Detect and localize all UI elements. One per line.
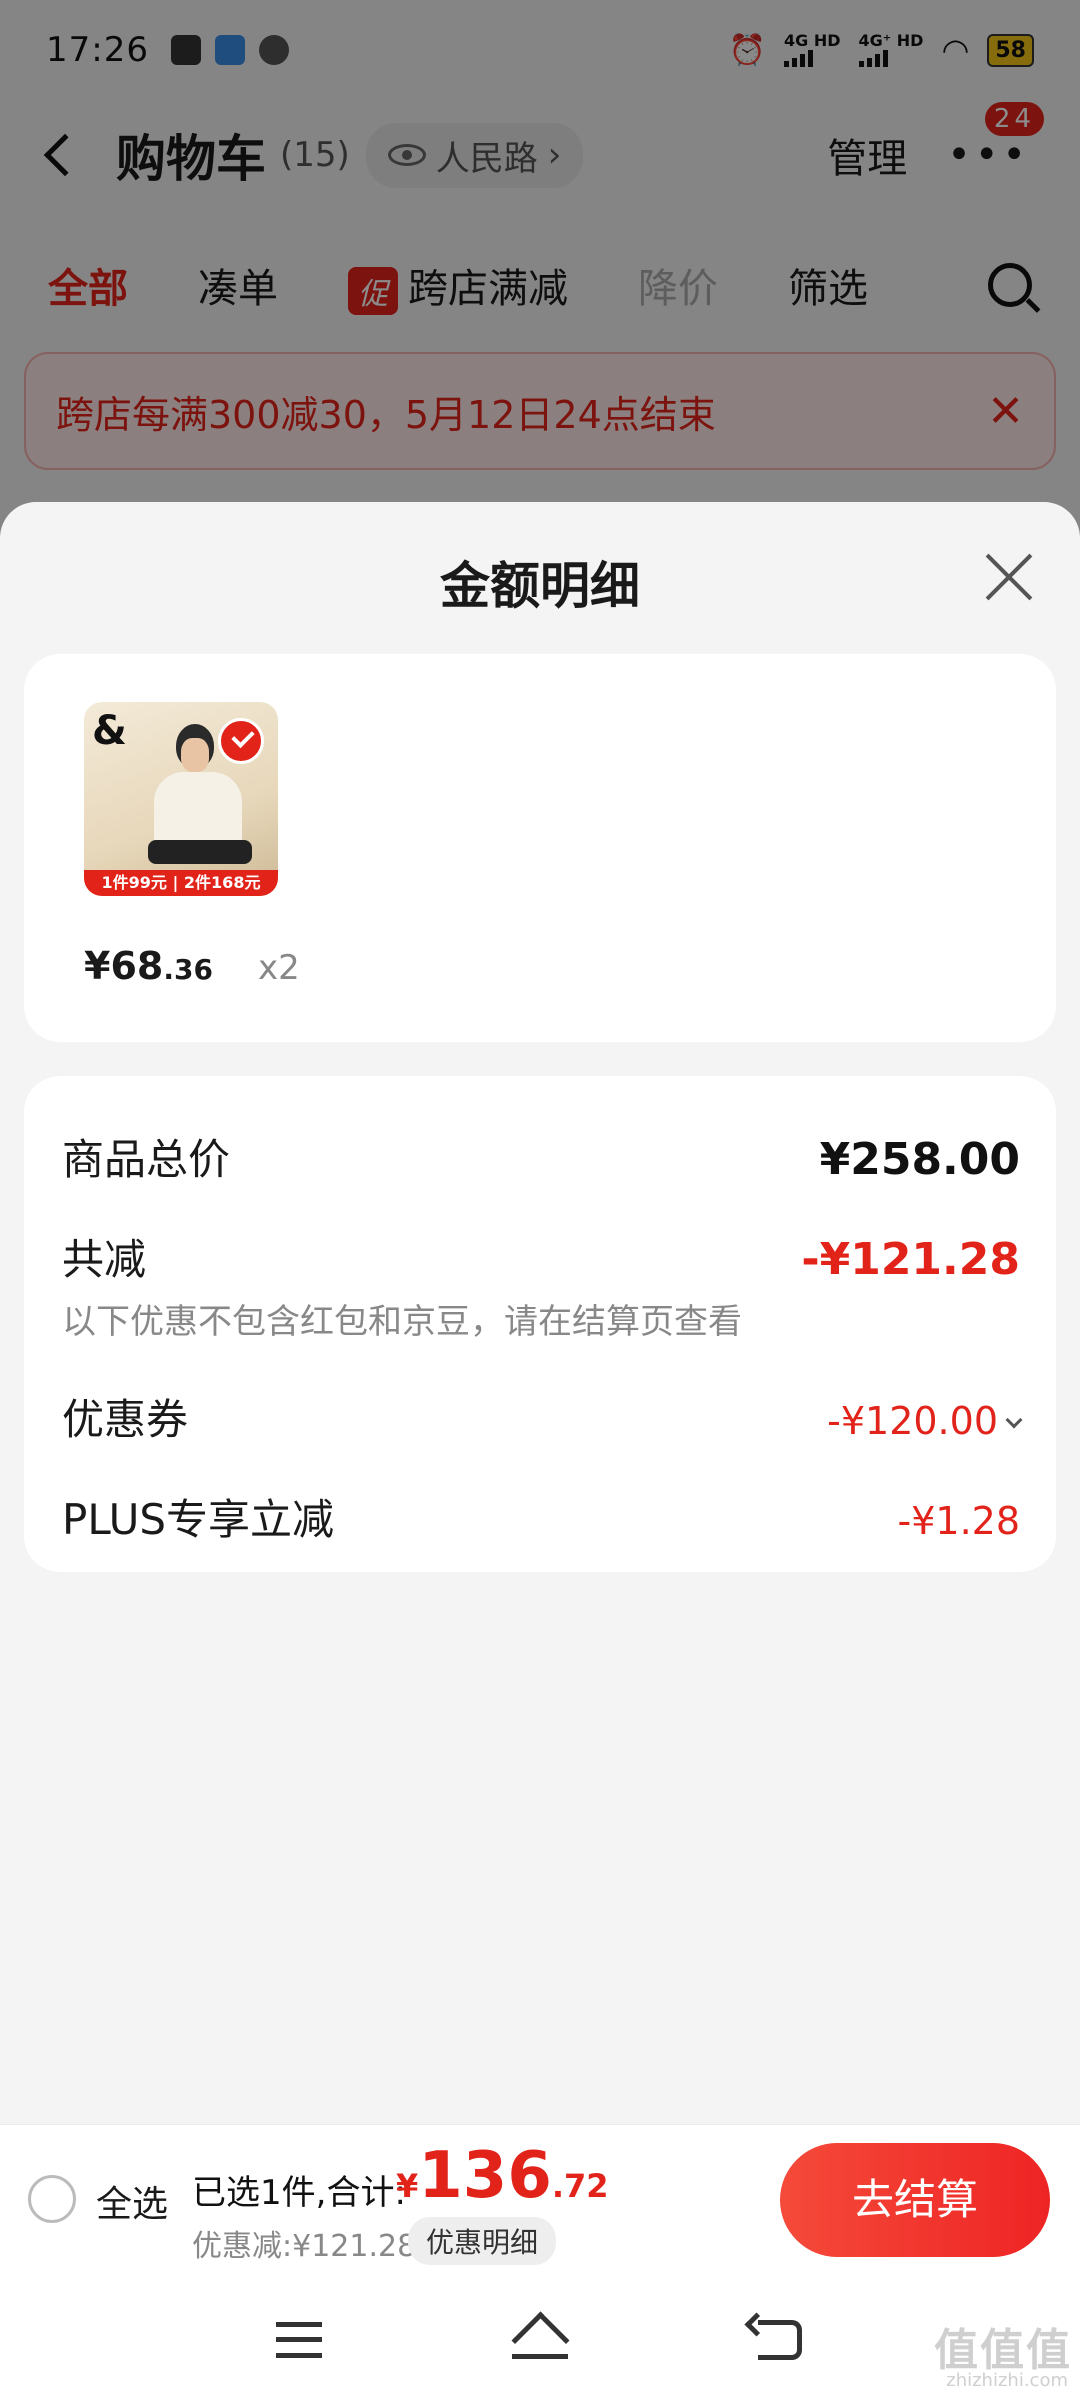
checkout-button[interactable]: 去结算 [780, 2143, 1050, 2257]
plus-discount-label: PLUS专享立减 [62, 1495, 335, 1544]
sheet-title: 金额明细 [440, 557, 640, 615]
coupon-amount: -¥120.00 [827, 1399, 998, 1443]
product-price-int: ¥68 [84, 944, 164, 988]
total-currency: ¥ [396, 2167, 419, 2205]
product-image[interactable]: & 1件99元 | 2件168元 [84, 702, 278, 896]
amount-detail-sheet: 金额明细 & 1件99元 | 2件168元 ¥68.36 x2 商品总价 ¥25… [0, 502, 1080, 2124]
checkout-total: ¥136.72 [396, 2139, 609, 2213]
selected-check-icon [218, 718, 264, 764]
product-quantity: x2 [258, 948, 300, 988]
menu-icon[interactable] [276, 2322, 322, 2358]
brand-logo: & [92, 708, 127, 754]
model-face [181, 738, 209, 772]
home-icon[interactable] [510, 2314, 570, 2364]
total-price-row: 商品总价 ¥258.00 [62, 1126, 1020, 1187]
reduction-note: 以下优惠不包含红包和京豆，请在结算页查看 [62, 1302, 742, 1342]
discount-summary: 优惠减:¥121.28 [192, 2229, 417, 2264]
system-nav-bar: 值值值 zhizhizhi.com [0, 2274, 1080, 2400]
total-reduction-label: 共减 [62, 1235, 147, 1284]
back-icon[interactable] [758, 2320, 802, 2360]
total-integer: 136 [418, 2139, 552, 2213]
coupon-row[interactable]: 优惠券 -¥120.00 [62, 1386, 1023, 1447]
watermark-url: zhizhizhi.com [946, 2370, 1068, 2391]
total-reduction-row: 共减 -¥121.28 [62, 1226, 1020, 1287]
discount-detail-button[interactable]: 优惠明细 [408, 2217, 557, 2265]
watermark: 值值值 [934, 2325, 1072, 2376]
coupon-value: -¥120.00 [827, 1399, 1023, 1443]
close-icon[interactable] [984, 552, 1034, 602]
product-price-dec: .36 [163, 953, 213, 986]
total-price-label: 商品总价 [62, 1135, 231, 1184]
select-all-radio[interactable] [28, 2175, 76, 2223]
total-reduction-value: -¥121.28 [801, 1234, 1020, 1285]
select-all-label[interactable]: 全选 [96, 2175, 168, 2227]
chevron-down-icon [1005, 1411, 1023, 1429]
plus-discount-value: -¥1.28 [897, 1499, 1021, 1543]
price-summary-card: 商品总价 ¥258.00 共减 -¥121.28 以下优惠不包含红包和京豆，请在… [24, 1076, 1056, 1572]
product-card: & 1件99元 | 2件168元 ¥68.36 x2 [24, 654, 1056, 1042]
total-price-value: ¥258.00 [819, 1134, 1020, 1185]
product-promo-strip: 1件99元 | 2件168元 [84, 870, 278, 896]
model-pants [148, 840, 252, 864]
plus-discount-row: PLUS专享立减 -¥1.28 [62, 1486, 1020, 1547]
selected-summary: 已选1件,合计: [192, 2173, 406, 2213]
total-decimal: .72 [551, 2167, 609, 2205]
product-price: ¥68.36 [84, 944, 213, 988]
checkout-bar: 全选 已选1件,合计: ¥136.72 优惠减:¥121.28 优惠明细 去结算 [0, 2124, 1080, 2274]
coupon-label: 优惠券 [62, 1395, 189, 1444]
